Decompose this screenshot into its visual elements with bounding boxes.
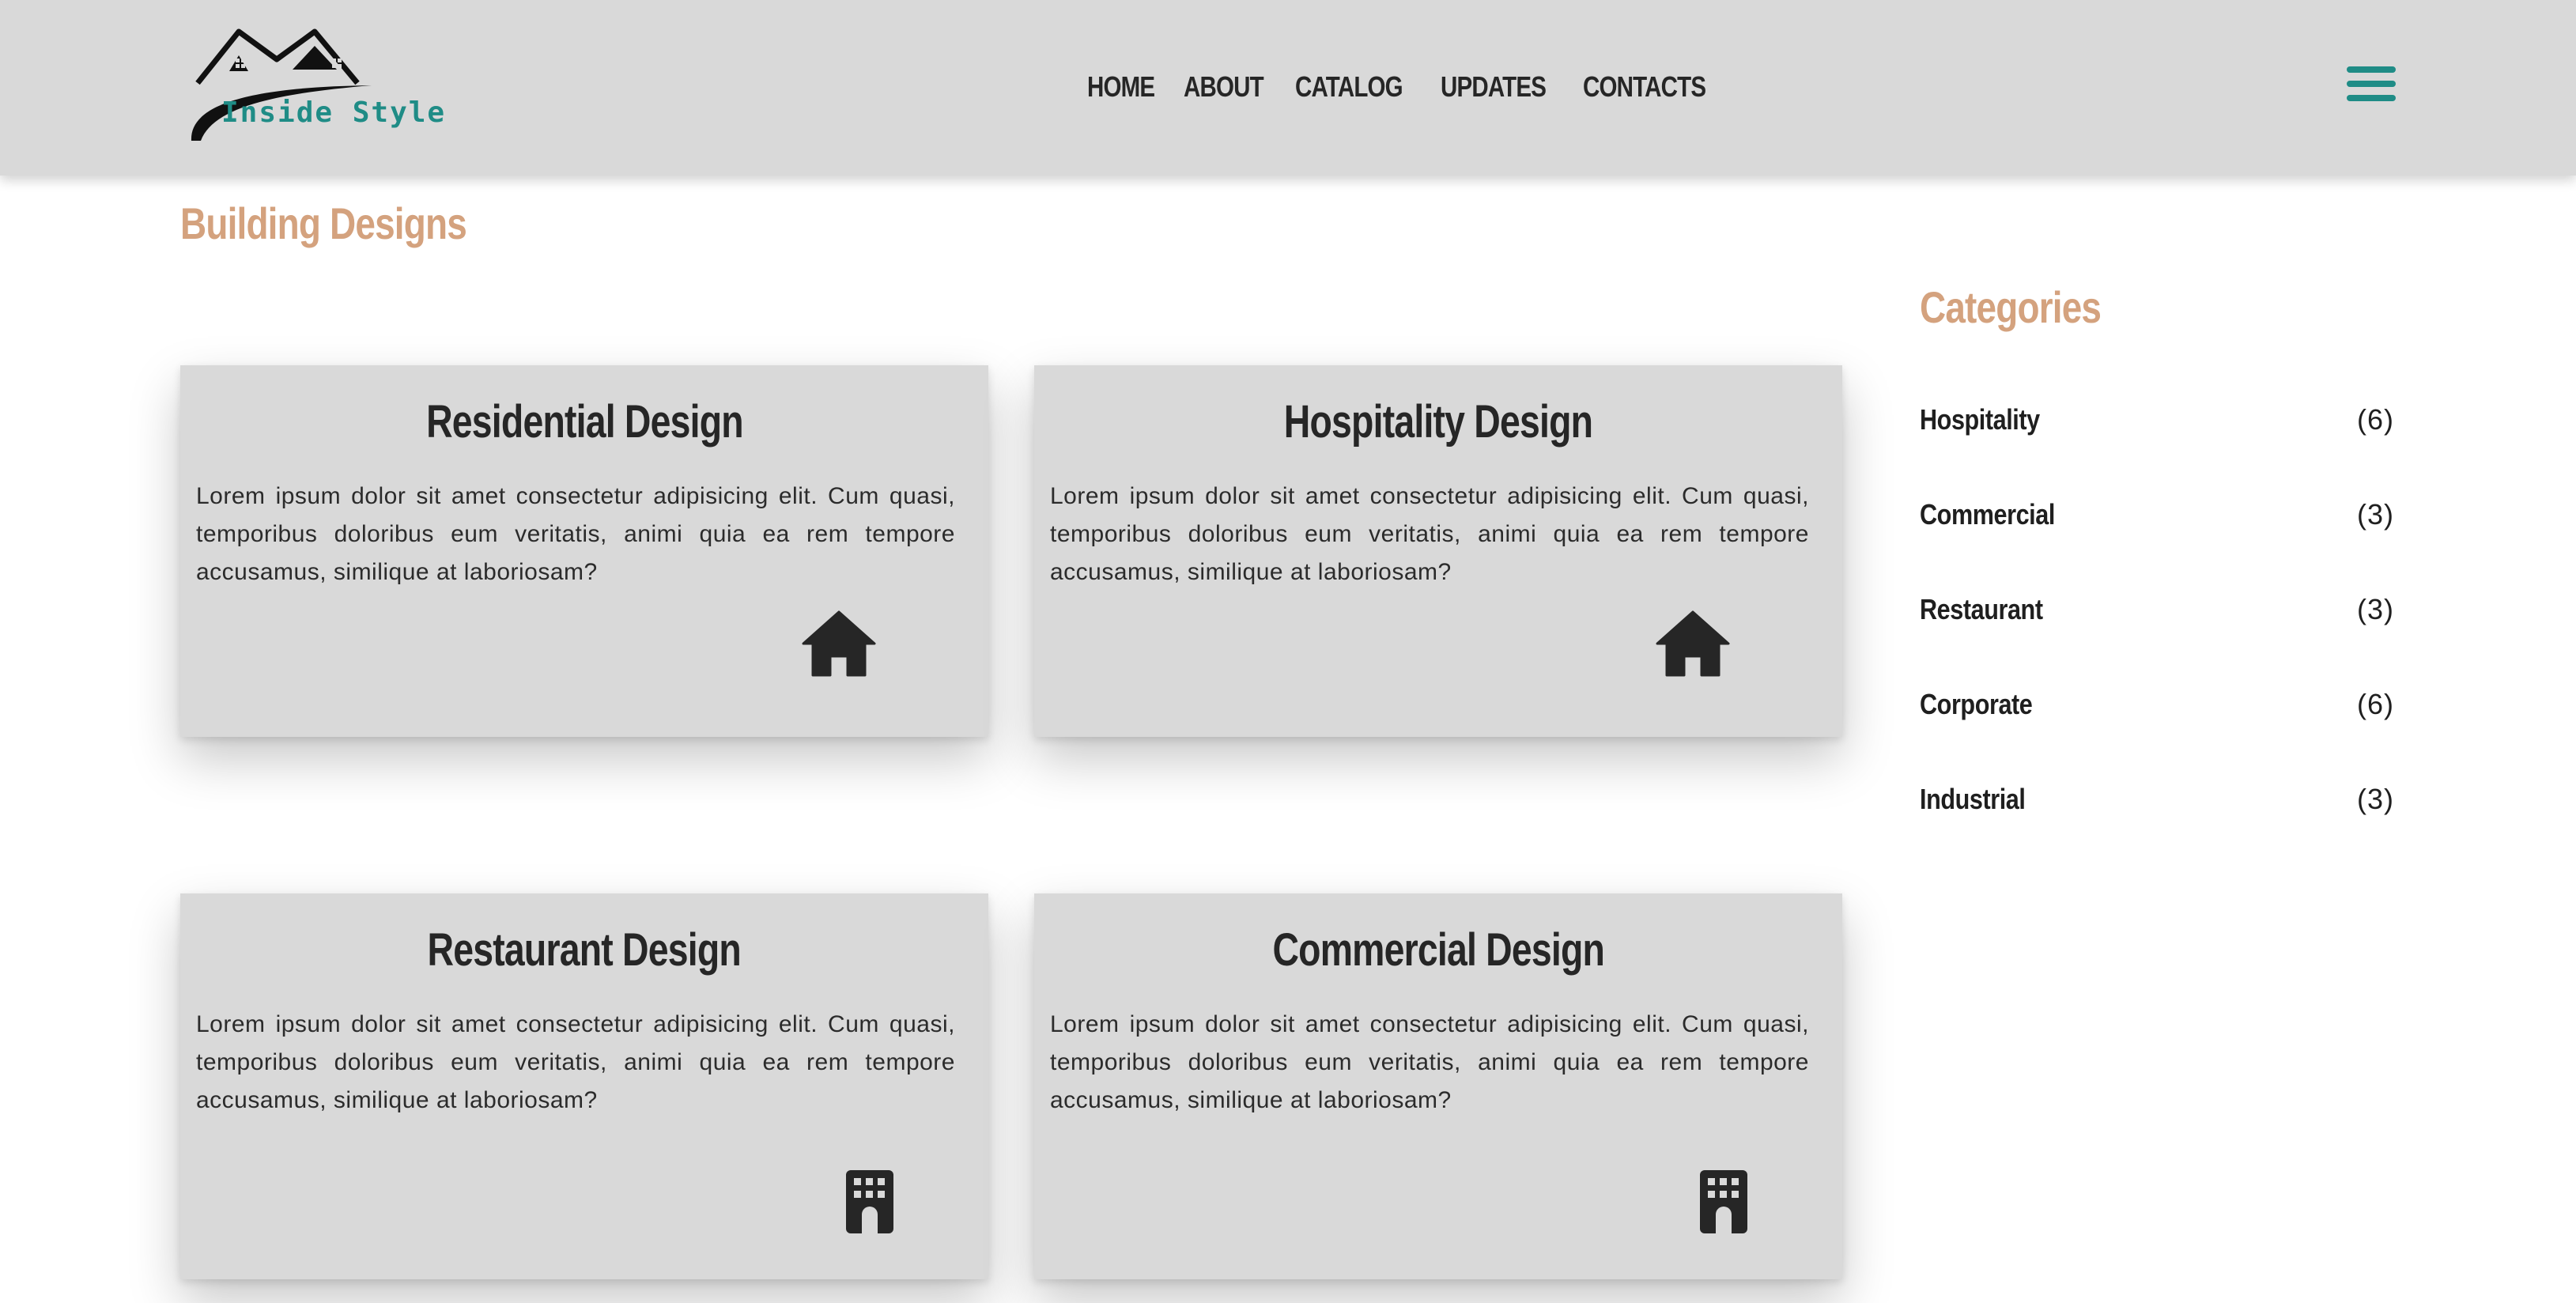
hamburger-bar [2347,95,2396,101]
hamburger-bar [2347,81,2396,87]
design-card-residential[interactable]: Residential Design Lorem ipsum dolor sit… [180,365,988,737]
nav-item-updates[interactable]: UPDATES [1441,70,1547,104]
nav-item-contacts[interactable]: CONTACTS [1583,70,1706,104]
card-text: Lorem ipsum dolor sit amet consectetur a… [196,483,955,585]
category-item-restaurant[interactable]: Restaurant (3) [1920,590,2394,629]
nav-item-home[interactable]: HOME [1087,70,1155,104]
hamburger-bar [2347,66,2396,73]
nav-item-catalog[interactable]: CATALOG [1295,70,1403,104]
design-card-restaurant[interactable]: Restaurant Design Lorem ipsum dolor sit … [180,893,988,1279]
card-title-text: Hospitality Design [1283,396,1593,448]
category-name: Corporate [1920,688,2033,720]
design-card-hospitality[interactable]: Hospitality Design Lorem ipsum dolor sit… [1034,365,1842,737]
page-title: Building Designs [180,198,467,248]
card-text: Lorem ipsum dolor sit amet consectetur a… [1050,483,1809,585]
site-logo[interactable]: Inside Style [182,24,444,142]
card-title-text: Residential Design [425,396,744,448]
hamburger-menu-icon[interactable] [2347,66,2396,108]
logo-text: Inside Style [221,96,447,129]
card-title-text: Commercial Design [1272,924,1604,976]
category-count: (3) [2357,593,2394,625]
card-text: Lorem ipsum dolor sit amet consectetur a… [1050,1011,1809,1113]
card-title: Commercial Design [1034,923,1842,976]
card-text: Lorem ipsum dolor sit amet consectetur a… [196,1011,955,1113]
card-title: Hospitality Design [1034,395,1842,448]
card-title: Residential Design [180,395,988,448]
house-icon [802,610,876,677]
card-title-text: Restaurant Design [427,924,742,976]
nav-item-about[interactable]: ABOUT [1184,70,1264,104]
category-count: (6) [2357,403,2394,436]
category-name: Industrial [1920,783,2026,815]
building-icon [846,1170,893,1233]
category-item-commercial[interactable]: Commercial (3) [1920,495,2394,534]
category-item-corporate[interactable]: Corporate (6) [1920,685,2394,724]
sidebar-title: Categories [1920,282,2102,332]
category-item-industrial[interactable]: Industrial (3) [1920,780,2394,819]
category-name: Restaurant [1920,593,2043,625]
design-card-commercial[interactable]: Commercial Design Lorem ipsum dolor sit … [1034,893,1842,1279]
category-count: (3) [2357,498,2394,531]
category-name: Commercial [1920,498,2055,531]
building-icon [1700,1170,1747,1233]
category-count: (6) [2357,688,2394,720]
card-title: Restaurant Design [180,923,988,976]
main-nav: HOME ABOUT CATALOG UPDATES CONTACTS [1087,68,1715,106]
site-header: Inside Style HOME ABOUT CATALOG UPDATES … [0,0,2576,176]
house-icon [1656,610,1730,677]
category-name: Hospitality [1920,403,2040,436]
category-count: (3) [2357,783,2394,815]
category-item-hospitality[interactable]: Hospitality (6) [1920,400,2394,440]
